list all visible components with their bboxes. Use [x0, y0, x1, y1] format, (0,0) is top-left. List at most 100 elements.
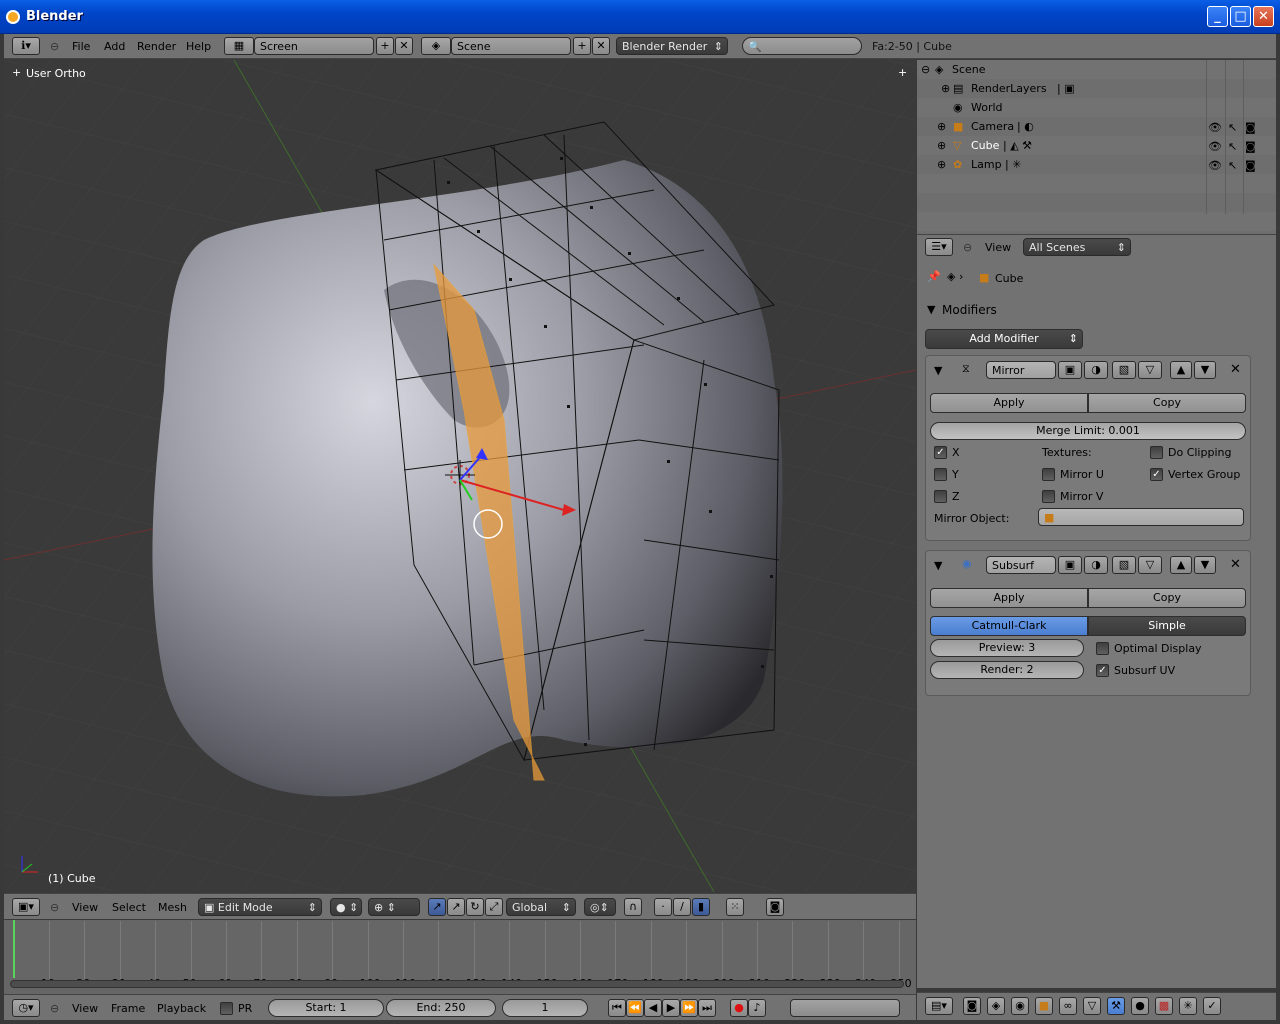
jump-end-icon[interactable]: ⏭	[698, 999, 716, 1017]
subsurf-apply-button[interactable]: Apply	[930, 588, 1088, 608]
remove-screen-icon[interactable]: ✕	[395, 37, 413, 55]
outliner[interactable]: ⊖ ◈ Scene ⊕ ▤ RenderLayers | ▣ ◉ World ⊕…	[917, 60, 1276, 234]
collapse-menu-icon[interactable]: ⊖	[963, 241, 972, 254]
axis-z-checkbox[interactable]	[934, 490, 947, 503]
constraints-tab-icon[interactable]: ∞	[1059, 997, 1077, 1015]
subsurf-mesh[interactable]	[152, 160, 783, 797]
mode-select[interactable]: ▣ Edit Mode ⇕	[198, 898, 322, 916]
outliner-editor-type-icon[interactable]: ☰▾	[925, 238, 953, 256]
expand-icon[interactable]: ⊕	[937, 139, 946, 152]
material-tab-icon[interactable]: ●	[1131, 997, 1149, 1015]
edge-select-icon[interactable]: /	[673, 898, 691, 916]
menu-render[interactable]: Render	[137, 40, 176, 53]
visibility-eye-icon[interactable]: 👁	[1208, 159, 1222, 172]
mirror-apply-button[interactable]: Apply	[930, 393, 1088, 413]
start-frame-field[interactable]: Start: 1	[268, 999, 384, 1017]
remove-scene-icon[interactable]: ✕	[592, 37, 610, 55]
scene-tab-icon[interactable]: ◈	[987, 997, 1005, 1015]
search-field[interactable]: 🔍	[742, 37, 862, 55]
mirror-v-checkbox[interactable]	[1042, 490, 1055, 503]
rotate-manipulator-icon[interactable]: ↻	[466, 898, 484, 916]
menu-view[interactable]: View	[72, 1002, 98, 1015]
render-toggle-icon[interactable]: ▽	[1138, 361, 1162, 379]
render-tab-icon[interactable]: ◙	[963, 997, 981, 1015]
menu-mesh[interactable]: Mesh	[158, 901, 187, 914]
scale-manipulator-icon[interactable]: ⤢	[485, 898, 503, 916]
expand-icon[interactable]: ⊕	[937, 120, 946, 133]
move-down-icon[interactable]: ▼	[1194, 361, 1216, 379]
simple-button[interactable]: Simple	[1088, 616, 1246, 636]
mirror-u-checkbox[interactable]	[1042, 468, 1055, 481]
render-camera-icon[interactable]: ◙	[1245, 121, 1256, 134]
menu-file[interactable]: File	[72, 40, 90, 53]
select-cursor-icon[interactable]: ↖	[1228, 121, 1237, 134]
add-screen-icon[interactable]: +	[376, 37, 394, 55]
panel-collapse-icon[interactable]: ▼	[927, 303, 935, 316]
merge-limit-field[interactable]: Merge Limit: 0.001	[930, 422, 1246, 440]
viewport-plus-icon-right[interactable]: +	[898, 66, 907, 79]
info-editor-type-icon[interactable]: ℹ▾	[12, 37, 40, 55]
3d-viewport[interactable]: + User Ortho + (1) Cube	[4, 60, 916, 892]
jump-keyframe-back-icon[interactable]: ⏪	[626, 999, 644, 1017]
optimal-display-checkbox[interactable]	[1096, 642, 1109, 655]
outliner-display-select[interactable]: All Scenes ⇕	[1023, 238, 1131, 256]
scene-name-field[interactable]: Scene	[451, 37, 571, 55]
add-scene-icon[interactable]: +	[573, 37, 591, 55]
wrench-tab-icon[interactable]: ⚒	[1107, 997, 1125, 1015]
timeline-scrollbar[interactable]	[10, 980, 904, 988]
snap-magnet-icon[interactable]: ∩	[624, 898, 642, 916]
mirror-name-field[interactable]: Mirror	[986, 361, 1056, 379]
outliner-item-renderlayers[interactable]: ⊕ ▤ RenderLayers | ▣	[917, 79, 1207, 98]
world-tab-icon[interactable]: ◉	[1011, 997, 1029, 1015]
move-up-icon[interactable]: ▲	[1170, 556, 1192, 574]
screen-layout-icon[interactable]: ▦	[224, 37, 254, 55]
axis-y-checkbox[interactable]	[934, 468, 947, 481]
visibility-eye-icon[interactable]: 👁	[1208, 121, 1222, 134]
viewport-plus-icon[interactable]: +	[12, 66, 21, 79]
timeline[interactable]: 1020304050607080901001101201301401501601…	[4, 920, 916, 994]
viewport-shading-select[interactable]: ● ⇕	[330, 898, 362, 916]
close-window-button[interactable]: ✕	[1253, 6, 1274, 27]
render-image-icon[interactable]: ◙	[766, 898, 784, 916]
keying-set-field[interactable]	[790, 999, 900, 1017]
subsurf-uv-checkbox[interactable]: ✓	[1096, 664, 1109, 677]
editmode-cage-icon[interactable]: ▣	[1058, 361, 1082, 379]
editmode-display-icon[interactable]: ◑	[1084, 361, 1108, 379]
remove-modifier-icon[interactable]: ✕	[1230, 557, 1241, 572]
render-levels-field[interactable]: Render: 2	[930, 661, 1084, 679]
outliner-view-menu[interactable]: View	[985, 241, 1011, 254]
current-frame-marker[interactable]	[13, 920, 15, 978]
preview-range-checkbox[interactable]	[220, 1002, 233, 1015]
screen-name-field[interactable]: Screen	[254, 37, 374, 55]
do-clipping-checkbox[interactable]	[1150, 446, 1163, 459]
menu-playback[interactable]: Playback	[157, 1002, 206, 1015]
menu-help[interactable]: Help	[186, 40, 211, 53]
minimize-button[interactable]: _	[1207, 6, 1228, 27]
axis-x-checkbox[interactable]: ✓	[934, 446, 947, 459]
preview-levels-field[interactable]: Preview: 3	[930, 639, 1084, 657]
record-icon[interactable]: ●	[730, 999, 748, 1017]
properties-editor-type-icon[interactable]: ▤▾	[925, 997, 953, 1015]
jump-start-icon[interactable]: ⏮	[608, 999, 626, 1017]
translate-manipulator-icon[interactable]: ↗	[447, 898, 465, 916]
move-up-icon[interactable]: ▲	[1170, 361, 1192, 379]
render-camera-icon[interactable]: ◙	[1245, 140, 1256, 153]
maximize-button[interactable]: □	[1230, 6, 1251, 27]
audio-icon[interactable]: ♪	[748, 999, 766, 1017]
mirror-copy-button[interactable]: Copy	[1088, 393, 1246, 413]
menu-add[interactable]: Add	[104, 40, 125, 53]
play-icon[interactable]: ▶	[662, 999, 680, 1017]
select-cursor-icon[interactable]: ↖	[1228, 140, 1237, 153]
collapse-icon[interactable]: ⊖	[921, 63, 930, 76]
vertex-select-icon[interactable]: ·	[654, 898, 672, 916]
remove-modifier-icon[interactable]: ✕	[1230, 362, 1241, 377]
catmull-clark-button[interactable]: Catmull-Clark	[930, 616, 1088, 636]
collapse-menu-icon[interactable]: ⊖	[50, 40, 59, 53]
outliner-item-camera[interactable]: ⊕ ■ Camera | ◐	[917, 117, 1207, 136]
current-frame-field[interactable]: 1	[502, 999, 588, 1017]
outliner-item-cube[interactable]: ⊕ ▽ Cube | ◭ ⚒	[917, 136, 1207, 155]
visibility-eye-icon[interactable]: 👁	[1208, 140, 1222, 153]
editor-type-icon[interactable]: ▣▾	[12, 898, 40, 916]
subsurf-copy-button[interactable]: Copy	[1088, 588, 1246, 608]
subsurf-name-field[interactable]: Subsurf	[986, 556, 1056, 574]
